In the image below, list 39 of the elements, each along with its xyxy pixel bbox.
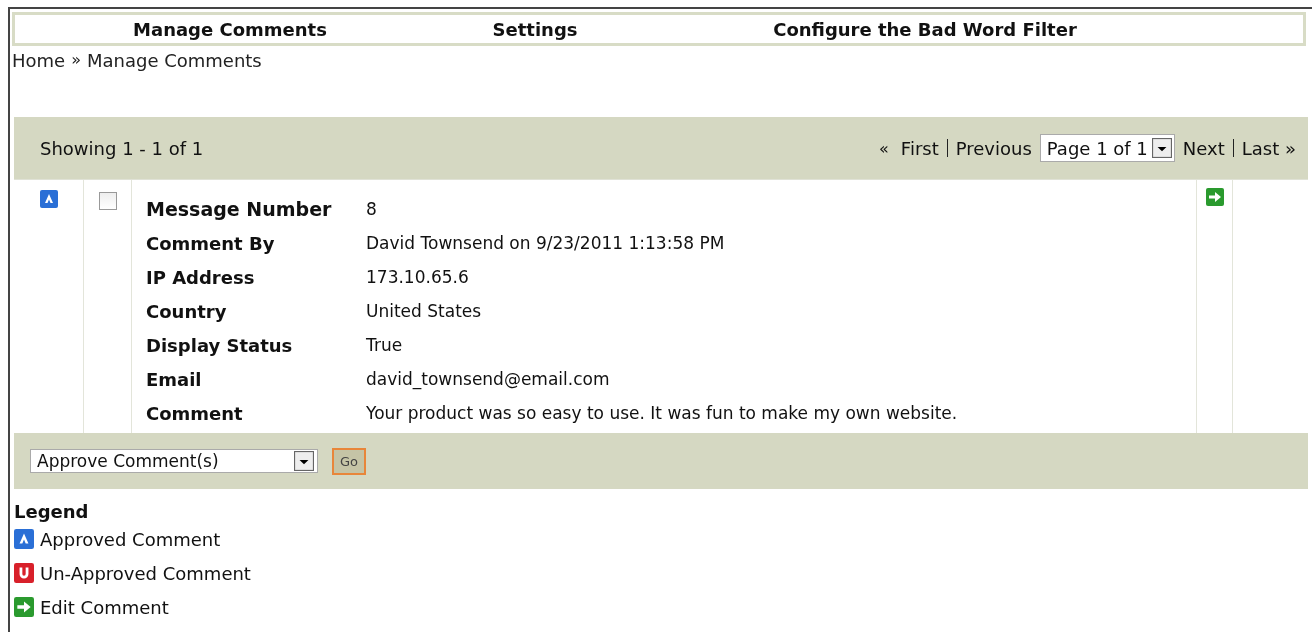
legend-label: Un-Approved Comment <box>40 562 251 584</box>
field-label: Message Number <box>146 198 333 220</box>
first-arrow: « <box>879 138 889 158</box>
field-label: Country <box>146 300 228 322</box>
breadcrumb-current: Manage Comments <box>86 50 262 71</box>
action-dropdown[interactable]: Approve Comment(s) <box>30 449 318 473</box>
field-label: Comment By <box>146 232 276 254</box>
field-label: IP Address <box>146 266 256 288</box>
select-checkbox[interactable] <box>98 192 117 210</box>
field-label: Display Status <box>146 334 294 356</box>
breadcrumb-link[interactable]: Home <box>12 50 66 71</box>
field-value: Your product was so easy to use. It was fun to make my own website. <box>366 403 959 423</box>
field-value: david_townsend@email.com <box>366 369 611 389</box>
nav-link[interactable]: Configure the Bad Word Filter <box>625 18 1225 40</box>
field-label: Comment <box>146 402 244 424</box>
page-dropdown[interactable]: Page 1 of 1 <box>1039 134 1175 162</box>
field-value: 8 <box>366 199 378 219</box>
field-value: David Townsend on 9/23/2011 1:13:58 PM <box>366 233 726 253</box>
first-link[interactable]: First <box>900 137 939 159</box>
caret-icon <box>1151 138 1172 158</box>
unapproved-icon <box>14 563 34 583</box>
breadcrumb-separator: » <box>71 50 81 71</box>
field-label: Email <box>146 368 203 390</box>
caret-icon <box>294 451 314 471</box>
nav-link[interactable]: Manage Comments <box>15 18 445 40</box>
last-link[interactable]: Last » <box>1241 137 1296 159</box>
previous-link[interactable]: Previous <box>955 137 1032 159</box>
legend-label: Approved Comment <box>40 528 221 550</box>
approved-icon <box>14 529 34 549</box>
legend-label: Edit Comment <box>40 596 169 618</box>
legend-title: Legend <box>14 501 90 522</box>
nav-link[interactable]: Settings <box>445 18 625 40</box>
next-link[interactable]: Next <box>1182 137 1225 159</box>
field-value: United States <box>366 301 483 321</box>
approved-icon[interactable] <box>39 190 58 208</box>
showing-count: Showing 1 - 1 of 1 <box>40 137 204 159</box>
field-value: 173.10.65.6 <box>366 267 470 287</box>
go-button[interactable]: Go <box>332 447 367 475</box>
field-value: True <box>366 335 404 355</box>
